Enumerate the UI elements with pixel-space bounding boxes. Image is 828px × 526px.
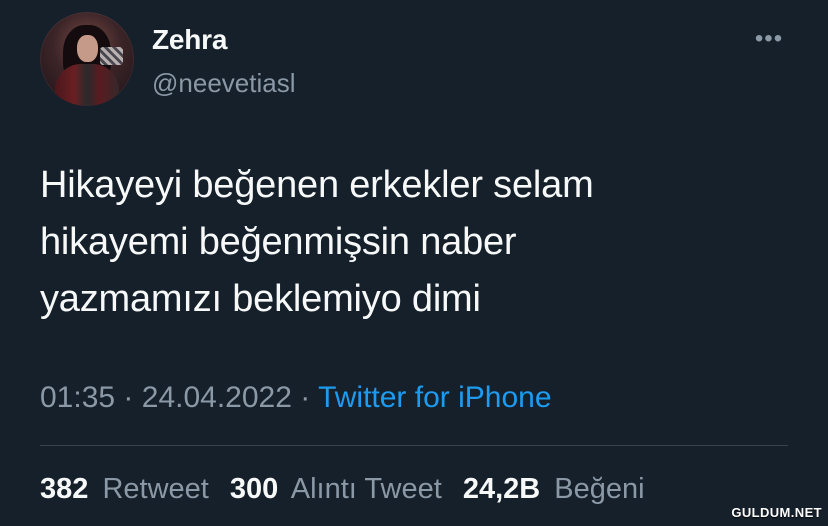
tweet-source[interactable]: Twitter for iPhone xyxy=(318,381,551,414)
tweet-time[interactable]: 01:35 xyxy=(40,381,115,414)
retweet-count: 382 xyxy=(40,473,89,505)
retweet-stat[interactable]: 382 Retweet xyxy=(40,471,209,507)
tweet-text: Hikayeyi beğenen erkekler selam hikayemi… xyxy=(40,157,780,328)
quote-tweet-count: 300 xyxy=(229,473,279,505)
tweet-stats: 382 Retweet 300 Alıntı Tweet 24,2B Beğen… xyxy=(40,471,658,507)
avatar-face xyxy=(77,35,98,62)
avatar-body xyxy=(55,64,119,106)
tweet-metadata: 01:35 · 24.04.2022 · Twitter for iPhone xyxy=(40,380,552,416)
author-handle[interactable]: @neevetiasl xyxy=(152,67,295,99)
likes-label: Beğeni xyxy=(554,473,645,505)
tweet-text-line: Hikayeyi beğenen erkekler selam xyxy=(40,164,594,206)
author-name[interactable]: Zehra xyxy=(152,23,227,57)
author-avatar[interactable] xyxy=(40,12,134,106)
tweet-text-line: hikayemi beğenmişsin naber xyxy=(40,221,517,263)
retweet-label: Retweet xyxy=(102,473,209,505)
meta-separator: · xyxy=(123,381,134,414)
quote-tweet-stat[interactable]: 300 Alıntı Tweet xyxy=(230,471,442,507)
stats-divider xyxy=(40,445,788,446)
quote-tweet-label: Alıntı Tweet xyxy=(290,473,442,505)
more-horizontal-icon[interactable]: ••• xyxy=(752,26,786,52)
tweet-date[interactable]: 24.04.2022 xyxy=(142,381,292,414)
avatar-bag xyxy=(100,47,123,65)
likes-stat[interactable]: 24,2B Beğeni xyxy=(463,471,645,507)
meta-separator: · xyxy=(300,381,311,414)
likes-count: 24,2B xyxy=(462,473,541,505)
site-watermark: GULDUM.NET xyxy=(731,505,822,520)
tweet-text-line: yazmamızı beklemiyo dimi xyxy=(40,278,481,320)
